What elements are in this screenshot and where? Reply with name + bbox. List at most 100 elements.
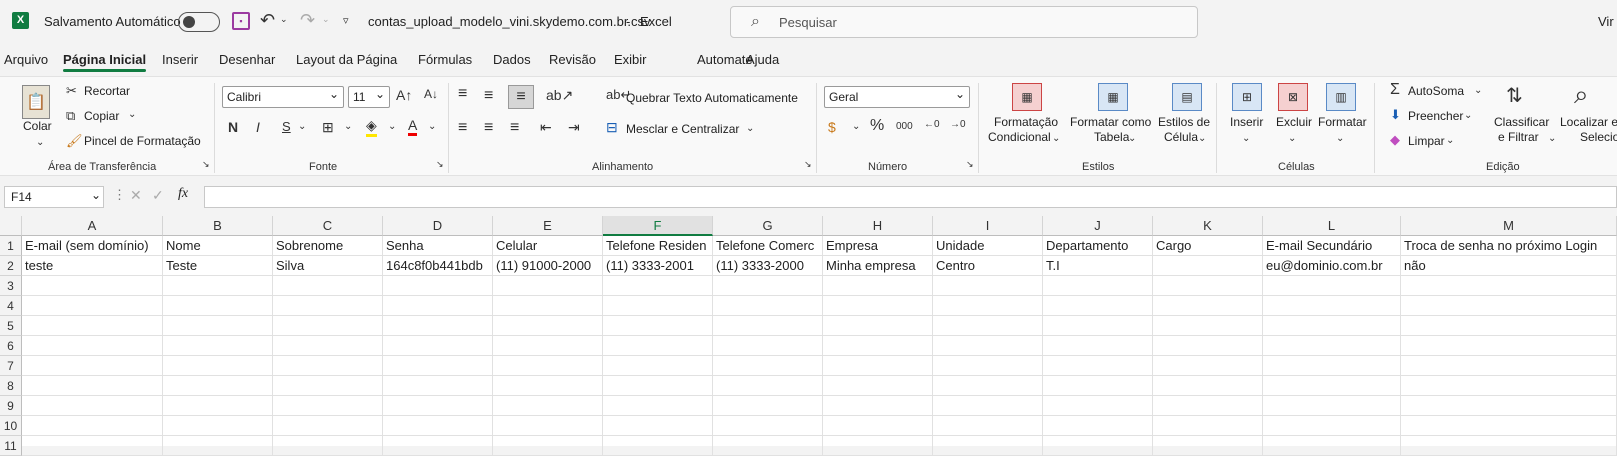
merge-dropdown-icon[interactable]: ⌄ (746, 123, 754, 134)
font-color-icon[interactable]: A (408, 117, 418, 136)
cell[interactable] (713, 376, 823, 396)
cell[interactable] (493, 336, 603, 356)
column-header[interactable]: K (1153, 216, 1263, 236)
cell[interactable] (1153, 396, 1263, 416)
cell[interactable] (1043, 416, 1153, 436)
tab-exibir[interactable]: Exibir (614, 52, 647, 67)
font-launcher-icon[interactable]: ↘ (436, 159, 444, 170)
row-header[interactable]: 7 (0, 356, 22, 376)
cell[interactable]: Centro (933, 256, 1043, 276)
cell[interactable] (163, 436, 273, 456)
cell[interactable] (273, 436, 383, 456)
sort-filter-button-1[interactable]: Classificar (1494, 115, 1549, 129)
cell[interactable] (163, 376, 273, 396)
column-header[interactable]: G (713, 216, 823, 236)
font-color-dropdown-icon[interactable]: ⌄ (428, 121, 436, 132)
column-header[interactable]: B (163, 216, 273, 236)
cell[interactable] (273, 296, 383, 316)
cell[interactable] (1401, 416, 1617, 436)
insert-dropdown-icon[interactable]: ⌄ (1242, 133, 1250, 144)
fill-color-icon[interactable]: ◈ (366, 117, 377, 137)
cell[interactable] (1153, 376, 1263, 396)
decrease-font-icon[interactable]: A↓ (424, 87, 438, 101)
column-header[interactable]: A (22, 216, 163, 236)
cell[interactable] (163, 396, 273, 416)
cell[interactable]: Senha (383, 236, 493, 256)
sort-filter-icon[interactable]: ⇅ (1506, 83, 1523, 108)
column-header[interactable]: F (603, 216, 713, 236)
autosum-button[interactable]: AutoSoma (1408, 84, 1464, 98)
cell[interactable] (22, 436, 163, 456)
find-select-button-1[interactable]: Localizar e (1560, 115, 1617, 129)
cell[interactable] (383, 296, 493, 316)
cell[interactable] (933, 316, 1043, 336)
cell[interactable] (823, 356, 933, 376)
paste-icon[interactable]: 📋 (22, 85, 50, 119)
format-as-table-dropdown-icon[interactable]: ⌄ (1128, 133, 1136, 144)
cell[interactable] (493, 276, 603, 296)
cell[interactable] (713, 396, 823, 416)
cell[interactable] (1263, 396, 1401, 416)
cell[interactable]: Unidade (933, 236, 1043, 256)
clear-icon[interactable]: ◆ (1390, 132, 1400, 148)
italic-icon[interactable]: I (256, 119, 260, 135)
cell[interactable] (1401, 336, 1617, 356)
cell[interactable] (603, 416, 713, 436)
cell[interactable] (493, 416, 603, 436)
row-header[interactable]: 3 (0, 276, 22, 296)
undo-icon[interactable]: ↶ (260, 10, 275, 31)
tab-pagina-inicial[interactable]: Página Inicial (63, 52, 147, 72)
cell[interactable] (933, 356, 1043, 376)
cell[interactable]: (11) 91000-2000 (493, 256, 603, 276)
format-as-table-button-2[interactable]: Tabela (1094, 130, 1129, 144)
column-header[interactable]: H (823, 216, 933, 236)
cell[interactable] (1263, 336, 1401, 356)
tab-revisao[interactable]: Revisão (549, 52, 596, 67)
row-header[interactable]: 8 (0, 376, 22, 396)
paste-button[interactable]: Colar (23, 119, 52, 133)
tab-desenhar[interactable]: Desenhar (219, 52, 275, 67)
autosum-icon[interactable]: Σ (1390, 81, 1400, 99)
cell[interactable] (1401, 396, 1617, 416)
cell[interactable] (163, 296, 273, 316)
merge-center-button[interactable]: Mesclar e Centralizar (626, 122, 739, 136)
cell[interactable]: Minha empresa (823, 256, 933, 276)
bold-icon[interactable]: N (228, 119, 238, 135)
cell-styles-button-2[interactable]: Célula (1164, 130, 1198, 144)
cell[interactable]: T.I (1043, 256, 1153, 276)
row-header[interactable]: 9 (0, 396, 22, 416)
increase-decimal-icon[interactable]: ←0 (924, 119, 940, 130)
fill-button[interactable]: Preencher (1408, 109, 1463, 123)
cell[interactable] (273, 376, 383, 396)
autosave-toggle[interactable] (178, 12, 220, 32)
cell[interactable] (1153, 356, 1263, 376)
cell[interactable] (1263, 296, 1401, 316)
cell[interactable] (1043, 356, 1153, 376)
cell[interactable] (493, 396, 603, 416)
cell[interactable] (383, 316, 493, 336)
sort-filter-dropdown-icon[interactable]: ⌄ (1548, 133, 1556, 144)
cell[interactable] (22, 296, 163, 316)
cell-styles-dropdown-icon[interactable]: ⌄ (1198, 133, 1206, 144)
cell[interactable] (1043, 436, 1153, 456)
cell[interactable] (273, 416, 383, 436)
cell[interactable] (1263, 376, 1401, 396)
cell[interactable]: Empresa (823, 236, 933, 256)
cell[interactable] (1401, 376, 1617, 396)
cell[interactable] (383, 336, 493, 356)
cell[interactable] (493, 296, 603, 316)
cell[interactable]: Cargo (1153, 236, 1263, 256)
tab-ajuda[interactable]: Ajuda (746, 52, 779, 67)
cell[interactable] (933, 396, 1043, 416)
percent-icon[interactable]: % (870, 117, 884, 135)
cell[interactable] (493, 376, 603, 396)
format-painter-button[interactable]: Pincel de Formatação (84, 134, 201, 148)
cell[interactable] (22, 276, 163, 296)
select-all-corner[interactable] (0, 216, 22, 236)
cell[interactable] (493, 436, 603, 456)
cell[interactable] (933, 376, 1043, 396)
row-header[interactable]: 10 (0, 416, 22, 436)
number-format-select[interactable]: Geral (824, 86, 970, 108)
wrap-text-button[interactable]: Quebrar Texto Automaticamente (626, 91, 798, 105)
row-header[interactable]: 6 (0, 336, 22, 356)
